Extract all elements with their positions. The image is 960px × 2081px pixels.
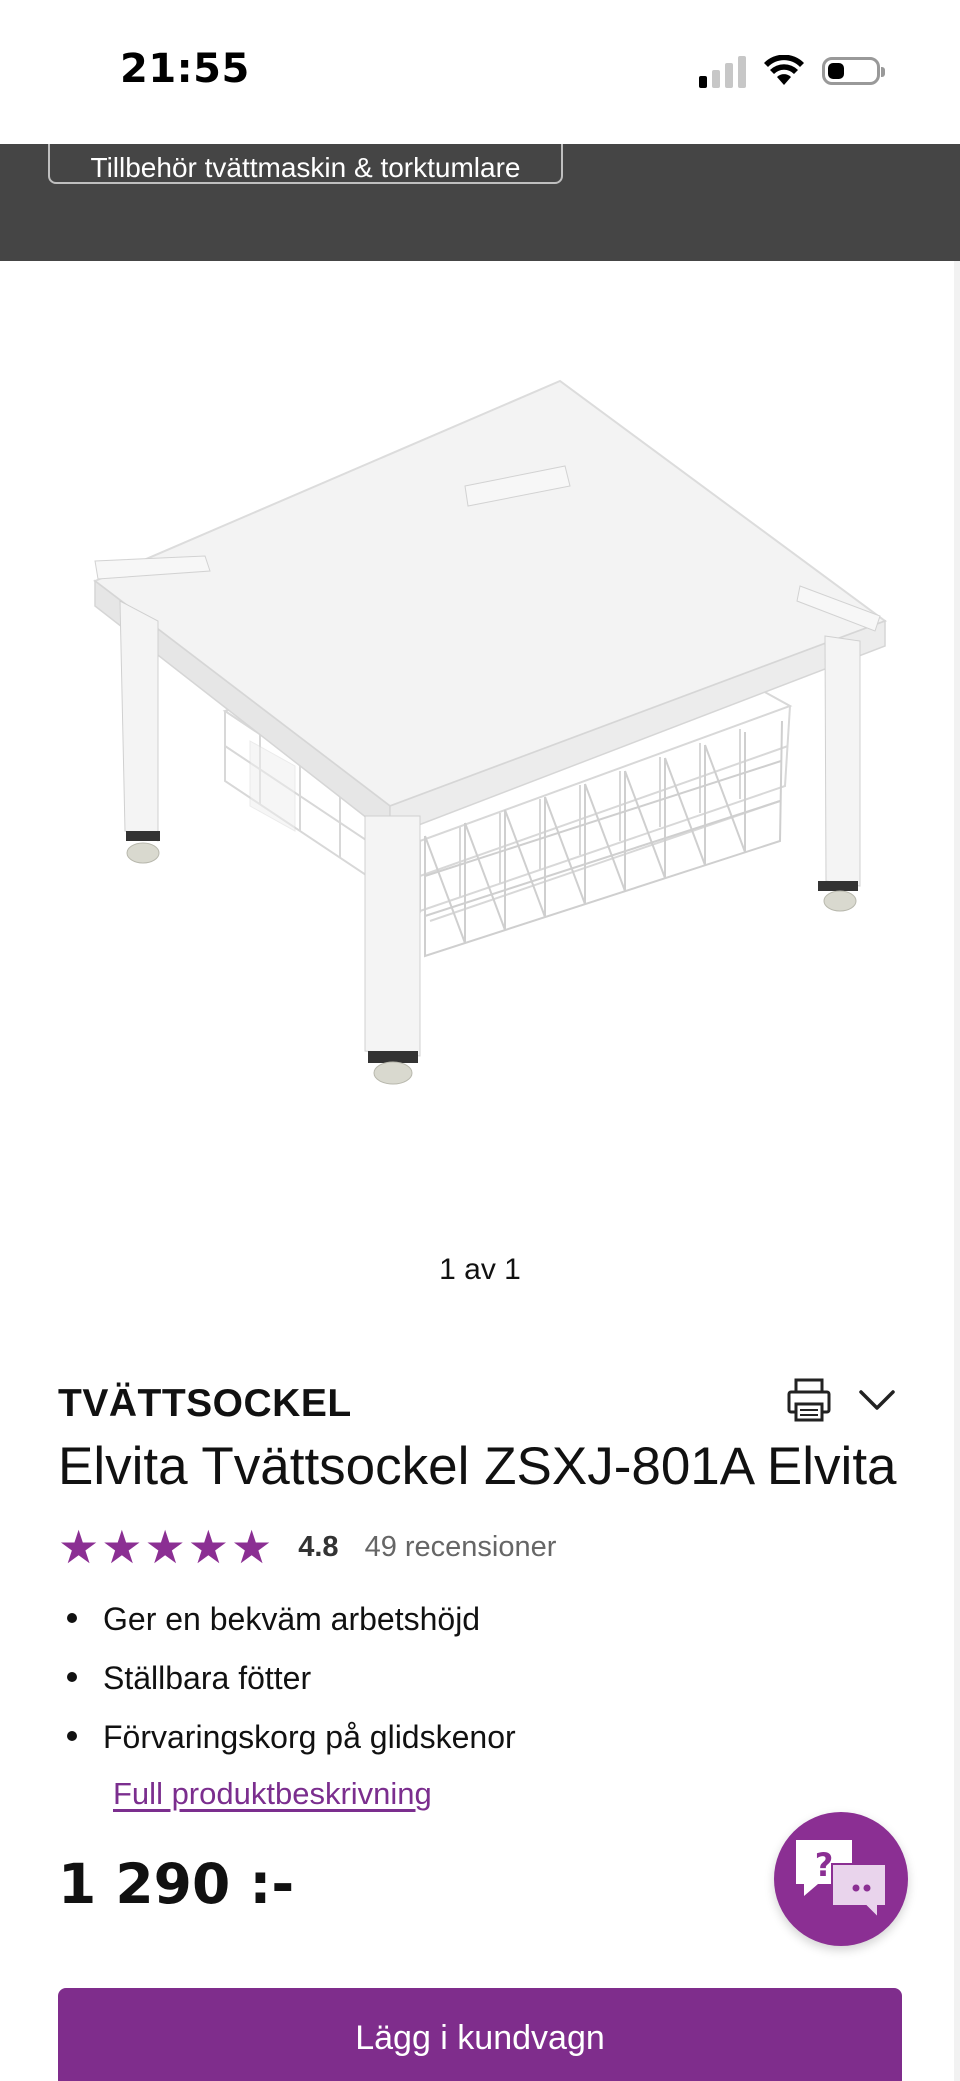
- product-price: 1 290 :-: [58, 1852, 295, 1916]
- feature-item: Ger en bekväm arbetshöjd: [58, 1598, 516, 1657]
- review-count[interactable]: 49 recensioner: [365, 1531, 557, 1564]
- image-counter: 1 av 1: [439, 1253, 521, 1286]
- rating-row[interactable]: ★ ★ ★ ★ ★ 4.8 49 recensioner: [58, 1522, 556, 1572]
- chat-help-icon: ?: [796, 1840, 887, 1921]
- chat-button[interactable]: ?: [774, 1812, 908, 1946]
- product-tools: [786, 1378, 896, 1422]
- status-bar: 21:55: [0, 0, 960, 144]
- rating-stars: ★ ★ ★ ★ ★: [58, 1524, 272, 1570]
- star-icon: ★: [101, 1520, 143, 1574]
- product-page: 21:55 Tillbehör tvättmaskin & torktumlar…: [0, 0, 960, 2081]
- full-description-link[interactable]: Full produktbeskrivning: [113, 1776, 432, 1812]
- feature-item: Ställbara fötter: [58, 1657, 516, 1716]
- status-time: 21:55: [120, 46, 250, 92]
- product-title: Elvita Tvättsockel ZSXJ-801A Elvita: [58, 1437, 897, 1496]
- add-to-cart-button[interactable]: Lägg i kundvagn: [58, 1988, 902, 2081]
- svg-text:?: ?: [815, 1846, 834, 1884]
- feature-item: Förvaringskorg på glidskenor: [58, 1716, 516, 1775]
- product-category: TVÄTTSOCKEL: [58, 1382, 352, 1425]
- pedestal-illustration: [93, 379, 888, 1085]
- star-icon: ★: [58, 1520, 100, 1574]
- category-header: Tillbehör tvättmaskin & torktumlare: [0, 144, 960, 261]
- scroll-edge: [954, 261, 960, 2081]
- print-icon[interactable]: [786, 1378, 832, 1422]
- status-icons: [699, 50, 885, 92]
- star-icon: ★: [144, 1520, 186, 1574]
- feature-list: Ger en bekväm arbetshöjd Ställbara fötte…: [58, 1598, 516, 1775]
- category-chip[interactable]: Tillbehör tvättmaskin & torktumlare: [48, 144, 563, 184]
- star-icon: ★: [231, 1520, 273, 1574]
- rating-value: 4.8: [298, 1530, 339, 1563]
- product-image[interactable]: [0, 261, 960, 1201]
- chevron-down-icon[interactable]: [858, 1388, 896, 1412]
- signal-icon: [699, 54, 746, 88]
- wifi-icon: [764, 55, 804, 85]
- battery-icon: [822, 57, 885, 85]
- star-icon: ★: [187, 1520, 229, 1574]
